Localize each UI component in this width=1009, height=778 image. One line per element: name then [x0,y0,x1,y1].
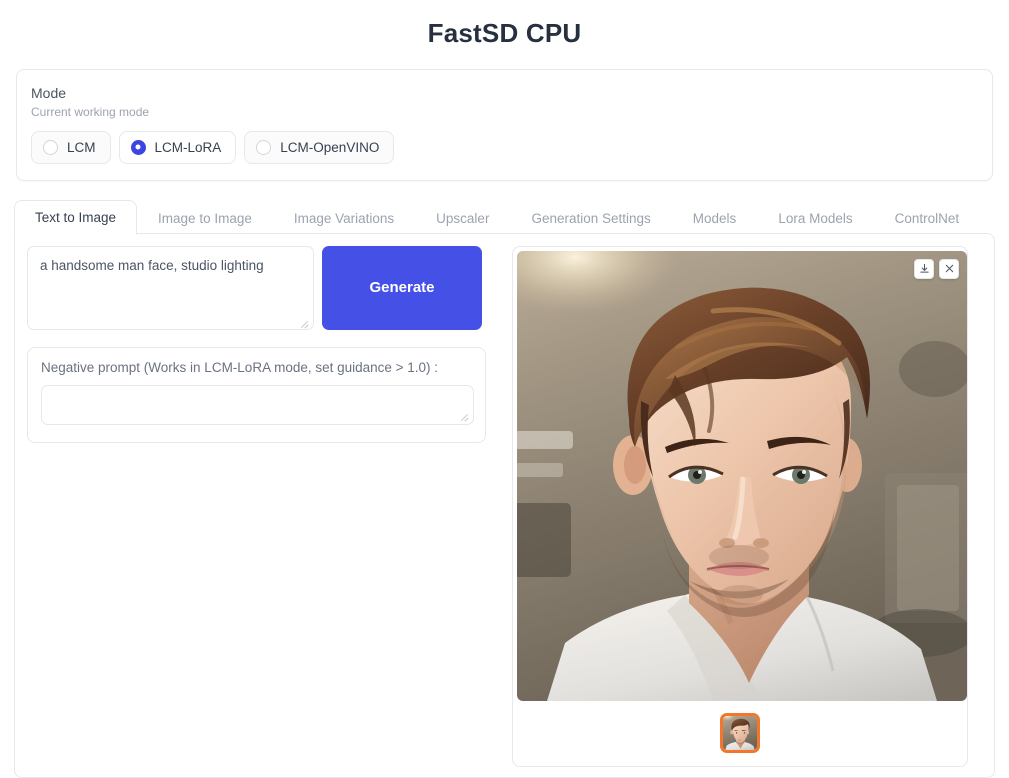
tab-label: Text to Image [35,209,117,225]
tab-label: Generation Settings [531,210,651,226]
mode-option-lcm-lora[interactable]: LCM-LoRA [118,130,237,164]
mode-option-label: LCM-LoRA [154,139,222,155]
tab-text-to-image[interactable]: Text to Image [14,199,138,235]
tab-lora-models[interactable]: Lora Models [757,201,873,235]
radio-icon [43,139,58,155]
mode-option-lcm-openvino[interactable]: LCM-OpenVINO [244,130,395,164]
tab-label: Models [692,210,737,226]
tab-content-text-to-image: Generate Negative prompt (Works in LCM-L… [14,232,995,778]
mode-radio-group: LCM LCM-LoRA LCM-OpenVINO [31,130,978,164]
generated-image[interactable] [517,250,967,701]
tab-models[interactable]: Models [672,201,758,235]
prompt-column: Generate Negative prompt (Works in LCM-L… [27,245,500,765]
mode-option-label: LCM-OpenVINO [280,139,380,155]
prompt-row: Generate [27,245,500,333]
tab-label: Image to Image [158,210,252,226]
tab-generation-settings[interactable]: Generation Settings [510,201,671,235]
negative-prompt-input[interactable] [41,384,474,425]
tab-label: ControlNet [894,210,960,226]
negative-prompt-panel: Negative prompt (Works in LCM-LoRA mode,… [27,346,486,443]
page-title: FastSD CPU [427,18,582,48]
tab-controlnet[interactable]: ControlNet [874,201,981,235]
mode-option-lcm[interactable]: LCM [31,130,111,164]
tab-bar: Text to Image Image to Image Image Varia… [14,199,995,235]
close-icon[interactable] [939,258,959,279]
download-icon[interactable] [914,258,934,279]
gallery-thumbnail-strip [517,700,963,766]
negative-prompt-label: Negative prompt (Works in LCM-LoRA mode,… [41,359,439,375]
gallery-thumbnail-0[interactable] [720,713,760,754]
thumbnail-image [723,716,757,751]
mode-panel: Mode Current working mode LCM LCM-LoRA L… [16,69,993,181]
tab-upscaler[interactable]: Upscaler [415,201,510,235]
prompt-input[interactable] [27,245,314,330]
mode-label: Mode [31,85,67,101]
mode-option-label: LCM [67,139,96,155]
negative-prompt-field-wrapper [41,384,474,428]
tab-image-variations[interactable]: Image Variations [273,201,415,235]
tab-label: Upscaler [436,210,490,226]
prompt-field-wrapper [27,245,314,333]
tab-image-to-image[interactable]: Image to Image [137,201,273,235]
radio-icon [256,139,272,155]
generated-image-render [517,250,967,701]
radio-selected-icon [130,139,146,155]
mode-sublabel: Current working mode [31,104,150,119]
tab-label: Image Variations [293,210,395,226]
output-gallery-panel [512,245,968,767]
tabs-container: Text to Image Image to Image Image Varia… [14,199,995,778]
tab-label: Lora Models [778,210,853,226]
image-action-buttons [914,258,959,279]
generate-button[interactable]: Generate [322,245,482,330]
